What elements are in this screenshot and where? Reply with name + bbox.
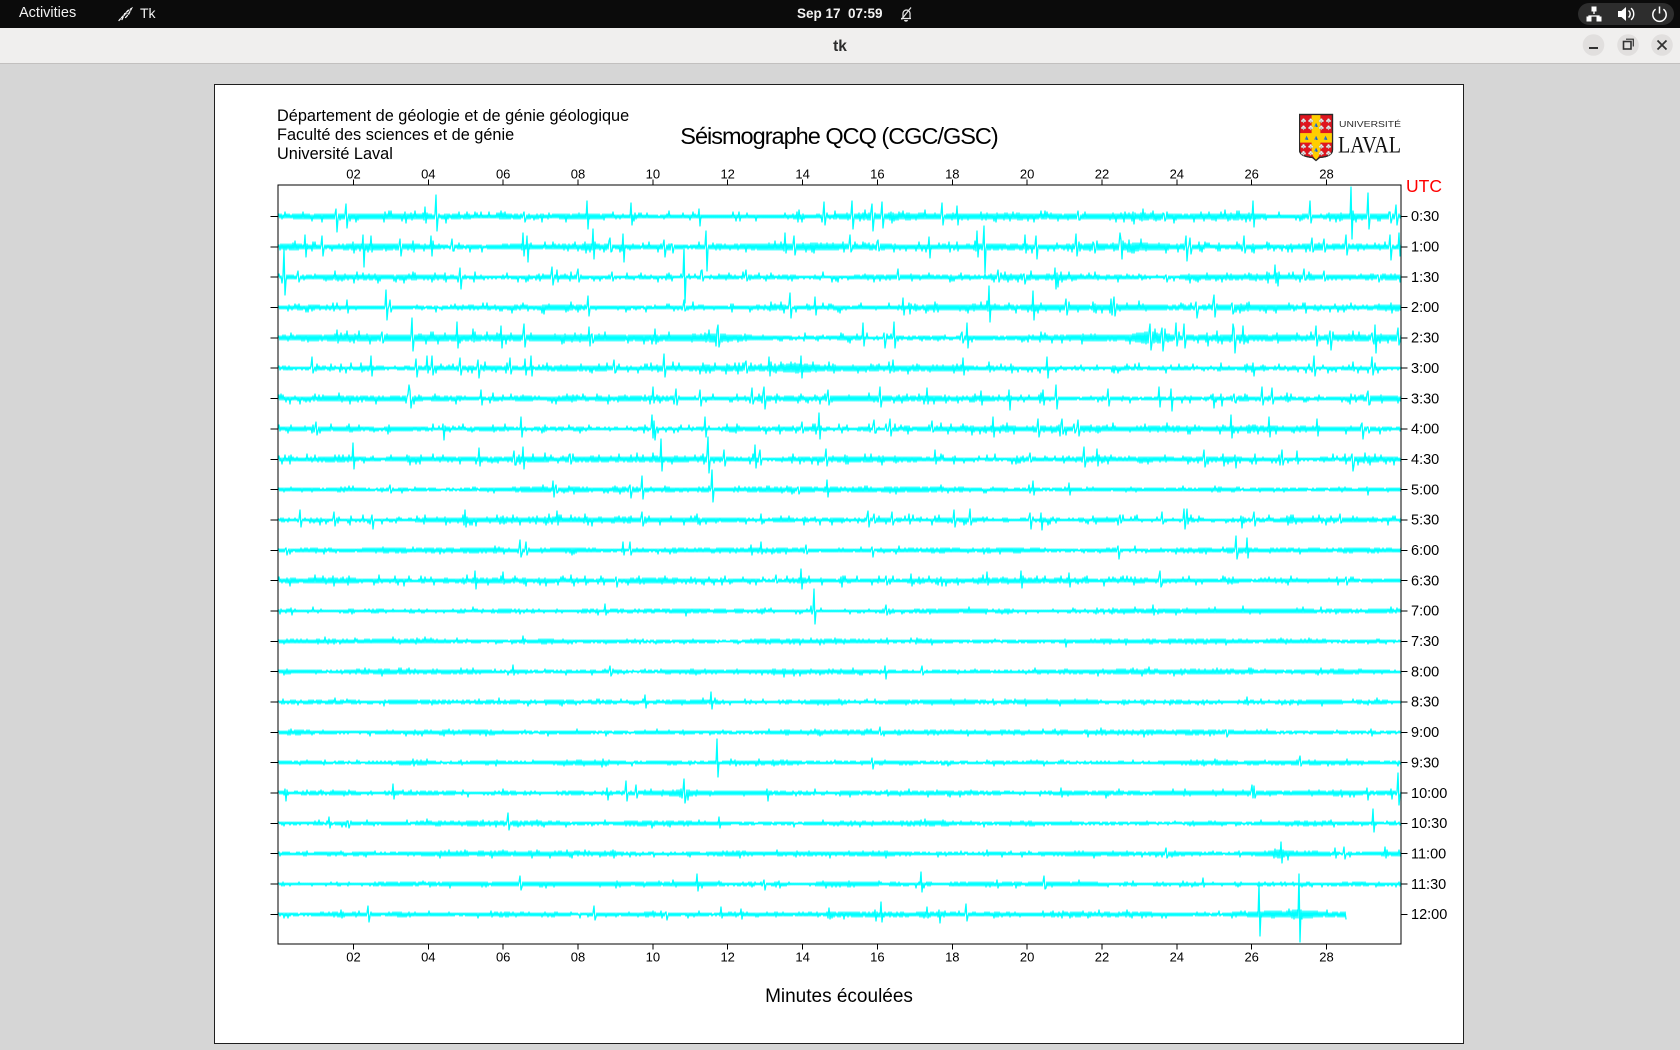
- svg-text:8:30: 8:30: [1411, 695, 1439, 711]
- svg-text:10: 10: [646, 167, 660, 182]
- svg-text:16: 16: [870, 167, 884, 182]
- svg-text:4:00: 4:00: [1411, 422, 1439, 438]
- svg-text:9:30: 9:30: [1411, 755, 1439, 771]
- svg-text:22: 22: [1095, 950, 1109, 965]
- svg-text:16: 16: [870, 950, 884, 965]
- svg-text:5:00: 5:00: [1411, 482, 1439, 498]
- svg-text:26: 26: [1244, 950, 1258, 965]
- svg-text:11:30: 11:30: [1411, 877, 1446, 893]
- svg-text:02: 02: [346, 167, 360, 182]
- svg-text:24: 24: [1170, 950, 1184, 965]
- svg-text:22: 22: [1095, 167, 1109, 182]
- svg-text:18: 18: [945, 167, 959, 182]
- svg-text:08: 08: [571, 167, 585, 182]
- svg-text:10:00: 10:00: [1411, 786, 1447, 802]
- svg-text:14: 14: [795, 167, 809, 182]
- svg-text:20: 20: [1020, 950, 1034, 965]
- svg-text:12:00: 12:00: [1411, 907, 1447, 923]
- svg-text:8:00: 8:00: [1411, 664, 1439, 680]
- svg-text:3:00: 3:00: [1411, 361, 1439, 377]
- svg-text:6:30: 6:30: [1411, 573, 1439, 589]
- svg-text:11:00: 11:00: [1411, 846, 1446, 862]
- svg-text:1:30: 1:30: [1411, 270, 1439, 286]
- svg-text:7:30: 7:30: [1411, 634, 1439, 650]
- svg-text:04: 04: [421, 167, 435, 182]
- svg-text:6:00: 6:00: [1411, 543, 1439, 559]
- svg-text:26: 26: [1244, 167, 1258, 182]
- svg-text:0:30: 0:30: [1411, 209, 1439, 225]
- svg-text:10:30: 10:30: [1411, 816, 1447, 832]
- svg-text:UTC: UTC: [1406, 176, 1442, 196]
- svg-text:1:00: 1:00: [1411, 240, 1439, 256]
- svg-text:14: 14: [795, 950, 809, 965]
- svg-text:06: 06: [496, 950, 510, 965]
- svg-text:2:30: 2:30: [1411, 331, 1439, 347]
- svg-text:12: 12: [720, 167, 734, 182]
- svg-text:08: 08: [571, 950, 585, 965]
- svg-text:5:30: 5:30: [1411, 513, 1439, 529]
- svg-text:2:00: 2:00: [1411, 300, 1439, 316]
- svg-text:24: 24: [1170, 167, 1184, 182]
- svg-text:28: 28: [1319, 167, 1333, 182]
- svg-text:04: 04: [421, 950, 435, 965]
- svg-text:9:00: 9:00: [1411, 725, 1439, 741]
- svg-text:12: 12: [720, 950, 734, 965]
- svg-text:28: 28: [1319, 950, 1333, 965]
- svg-text:20: 20: [1020, 167, 1034, 182]
- svg-text:UNIVERSITÉ: UNIVERSITÉ: [1339, 119, 1401, 129]
- svg-text:4:30: 4:30: [1411, 452, 1439, 468]
- svg-text:LAVAL: LAVAL: [1338, 133, 1401, 158]
- svg-text:02: 02: [346, 950, 360, 965]
- svg-text:3:30: 3:30: [1411, 391, 1439, 407]
- svg-text:10: 10: [646, 950, 660, 965]
- svg-text:7:00: 7:00: [1411, 604, 1439, 620]
- svg-text:06: 06: [496, 167, 510, 182]
- svg-text:18: 18: [945, 950, 959, 965]
